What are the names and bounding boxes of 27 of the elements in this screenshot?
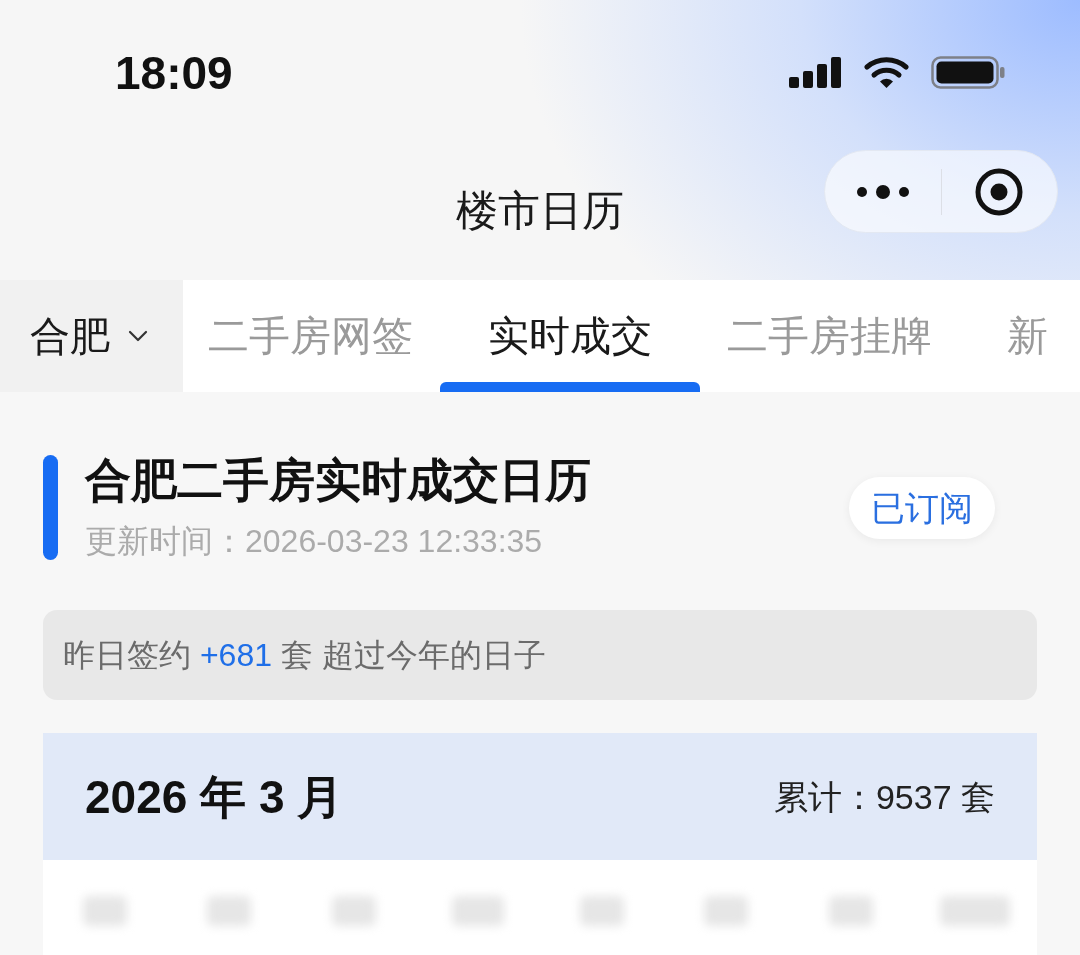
signal-icon: [789, 57, 842, 88]
blurred-label: [207, 896, 252, 926]
page-title: 楼市日历: [456, 186, 624, 236]
total-count: 累计：9537 套: [773, 776, 995, 817]
month-label: 2026 年 3 月: [85, 769, 344, 824]
battery-icon: [931, 56, 1005, 89]
blurred-label: [331, 896, 376, 926]
blurred-label: [828, 896, 873, 926]
circle-dot-icon[interactable]: [975, 167, 1024, 216]
chevron-down-icon: [128, 330, 148, 342]
city-dropdown[interactable]: 合肥: [0, 280, 183, 392]
subscribe-button[interactable]: 已订阅: [849, 476, 995, 539]
tab[interactable]: 新: [1007, 311, 1048, 361]
blurred-label: [580, 896, 625, 926]
status-time: 18:09: [115, 45, 233, 100]
more-icon[interactable]: [856, 184, 909, 199]
summary-text: 昨日签约 +681 套 超过今年的日子: [63, 636, 546, 675]
update-time: 更新时间：2026-03-23 12:33:35: [85, 523, 543, 559]
blurred-label: [939, 896, 1010, 926]
tab[interactable]: 二手房网签: [208, 311, 413, 361]
tab[interactable]: 二手房挂牌: [727, 311, 932, 361]
wifi-icon: [864, 56, 909, 89]
section-title: 合肥二手房实时成交日历: [85, 455, 591, 505]
blurred-label: [451, 896, 504, 926]
blurred-label: [83, 896, 128, 926]
blurred-label: [704, 896, 749, 926]
tab[interactable]: 实时成交: [488, 311, 652, 361]
